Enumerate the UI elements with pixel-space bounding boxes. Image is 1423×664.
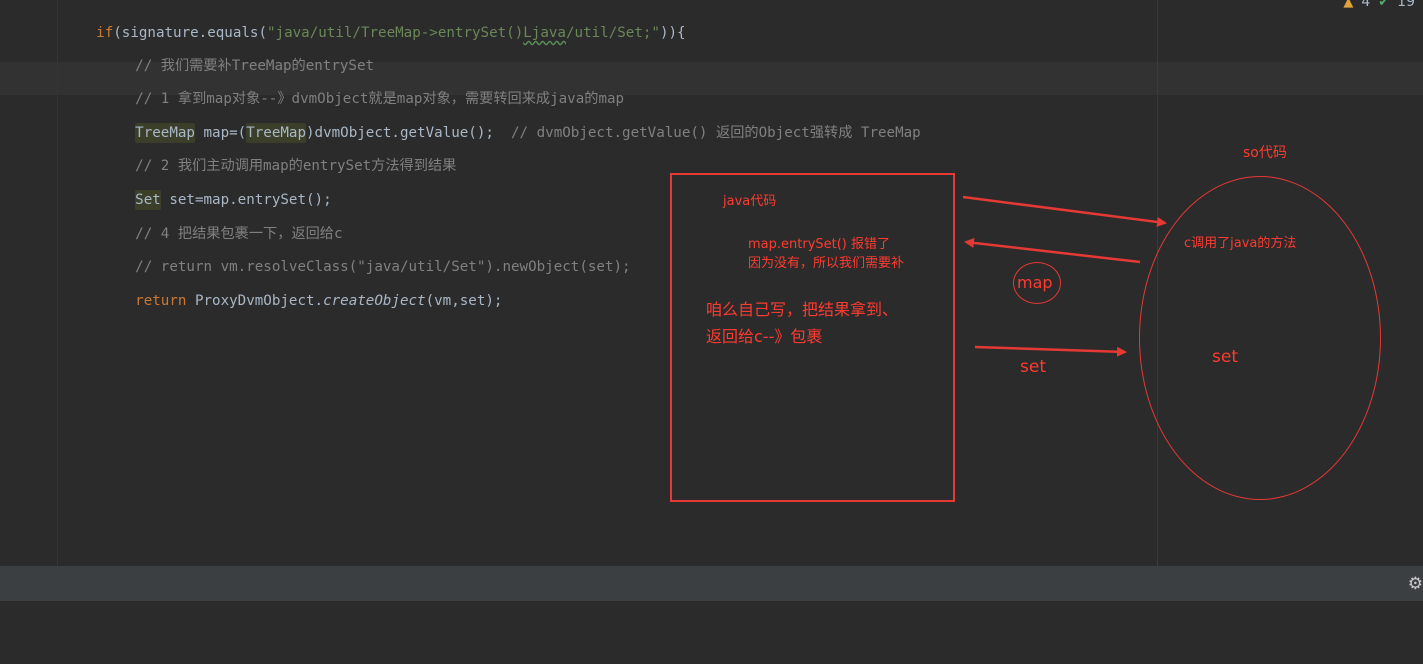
so-code-ellipse	[1139, 176, 1381, 500]
lower-panel	[0, 601, 1423, 664]
string-literal: /util/Set;"	[565, 25, 660, 41]
map-label: map	[1017, 273, 1053, 292]
set-label-left: set	[1020, 357, 1046, 377]
comment: // dvmObject.getValue() 返回的Object强转成 Tre…	[493, 125, 921, 141]
c-calls-java-label: c调用了java的方法	[1184, 236, 1297, 251]
java-code-label: java代码	[723, 194, 777, 209]
check-icon: ✔	[1378, 0, 1390, 10]
ok-count: 19	[1397, 0, 1415, 10]
warning-icon: ▲	[1343, 0, 1354, 10]
self-write-note-line2: 返回给c--》包裹	[706, 327, 823, 346]
error-note-line2: 因为没有，所以我们需要补	[748, 256, 905, 271]
string-literal-typo: Ljava	[523, 25, 566, 41]
code-editor[interactable]: ▲ 4 ✔ 19 if(signature.equals("java/util/…	[0, 0, 1423, 566]
bottom-toolbar: ⚙	[0, 566, 1423, 601]
error-note-line1: map.entrySet() 报错了	[748, 237, 891, 252]
code-text: )){	[659, 25, 686, 41]
inspection-widget[interactable]: ▲ 4 ✔ 19	[1343, 0, 1415, 10]
gear-icon[interactable]: ⚙	[1408, 574, 1423, 594]
warning-count: 4	[1361, 0, 1371, 10]
static-method-call: createObject	[323, 293, 426, 309]
arrow-so-to-java	[964, 237, 1141, 264]
code-line[interactable]: return ProxyDvmObject.createObject(vm,se…	[101, 271, 502, 331]
code-text: ProxyDvmObject.	[186, 293, 324, 309]
self-write-note-line1: 咱么自己写，把结果拿到、	[706, 300, 899, 319]
code-text: (vm,set);	[425, 293, 503, 309]
set-label-right: set	[1212, 347, 1238, 367]
arrow-set	[974, 345, 1127, 357]
keyword: return	[135, 293, 187, 309]
so-code-label: so代码	[1243, 145, 1287, 161]
arrow-java-to-so	[962, 195, 1167, 227]
gutter-divider	[57, 0, 58, 566]
